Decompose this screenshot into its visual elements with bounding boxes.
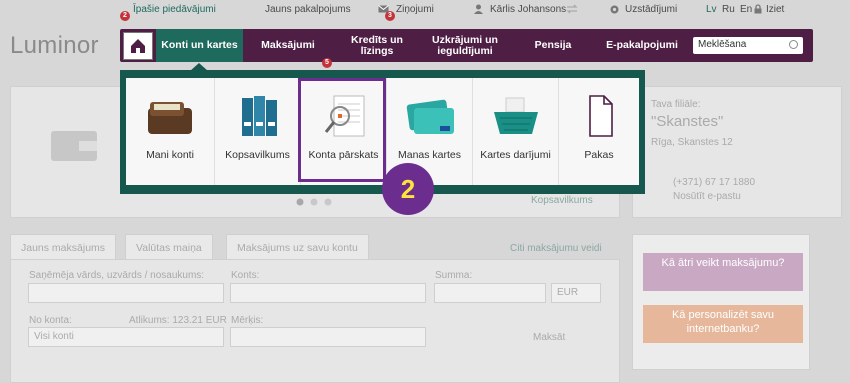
binders-icon: [241, 96, 277, 136]
payment-form: Saņēmēja vārds, uzvārds / nosaukums: Kon…: [10, 259, 620, 383]
personalize-bubble[interactable]: Kā personalizēt savu internetbanku?: [643, 305, 803, 343]
highlight-frame: [298, 78, 386, 182]
logout-link[interactable]: Iziet: [766, 4, 784, 15]
menu-item-card-transactions[interactable]: Kartes darījumi: [473, 78, 559, 185]
fast-payment-text: Kā ātri veikt maksājumu?: [661, 257, 785, 269]
settings-link[interactable]: Uzstādījumi: [625, 4, 677, 15]
lang-lv[interactable]: Lv: [706, 4, 717, 15]
gear-icon: [609, 4, 620, 14]
nav-payments[interactable]: Maksājumi: [248, 29, 328, 62]
nav-accounts-cards[interactable]: Konti un kartes: [156, 29, 243, 62]
currency-value: EUR: [557, 287, 579, 298]
other-payments-link[interactable]: Citi maksājumu veidi: [510, 243, 602, 254]
pay-button[interactable]: Maksāt: [533, 332, 565, 343]
purpose-label: Mērķis:: [231, 315, 264, 326]
switch-arrows-icon[interactable]: [566, 4, 578, 14]
menu-label-packages: Pakas: [584, 149, 614, 161]
lang-ru[interactable]: Ru: [722, 4, 735, 15]
menu-label-my-cards: Manas kartes: [397, 149, 462, 161]
payments-badge: 5: [322, 58, 332, 68]
basket-icon: [493, 97, 538, 134]
home-icon: [131, 39, 145, 53]
branch-panel: Tava filiāle: "Skanstes" Rīga, Skanstes …: [632, 86, 842, 218]
menu-item-packages[interactable]: Pakas: [559, 78, 639, 185]
branch-heading: Tava filiāle:: [651, 99, 701, 110]
menu-item-summary[interactable]: Kopsavilkums: [215, 78, 301, 185]
notices-badge: 3: [385, 11, 395, 21]
branch-email-link[interactable]: Nosūtīt e-pastu: [673, 191, 741, 202]
tab-new-payment[interactable]: Jauns maksājums: [10, 234, 117, 260]
top-bar: 2 Īpašie piedāvājumi Jauns pakalpojums 3…: [0, 0, 850, 26]
menu-item-my-accounts[interactable]: Mani konti: [126, 78, 215, 185]
help-panel: Kā ātri veikt maksājumu? Kā personalizēt…: [632, 234, 810, 370]
fast-payment-bubble[interactable]: Kā ātri veikt maksājumu?: [643, 253, 803, 291]
personalize-text: Kā personalizēt savu internetbanku?: [671, 309, 775, 335]
notices-link[interactable]: Ziņojumi: [396, 4, 434, 15]
cards-icon: [406, 99, 454, 134]
from-account-select[interactable]: Visi konti: [28, 327, 224, 347]
amount-field[interactable]: [434, 283, 546, 303]
nav-credit-leasing[interactable]: Kredīts un līzings: [338, 29, 416, 62]
user-icon: [473, 4, 484, 14]
from-account-value: Visi konti: [34, 331, 74, 342]
tab-own-account-payment[interactable]: Maksājums uz savu kontu: [226, 234, 369, 260]
account-label: Konts:: [231, 270, 260, 281]
branch-phone: (+371) 67 17 1880: [673, 177, 756, 188]
account-field[interactable]: [230, 283, 426, 303]
offers-badge: 2: [120, 11, 130, 21]
nav-e-services[interactable]: E-pakalpojumi: [596, 29, 688, 62]
wallet-icon: [148, 102, 192, 134]
search-icon[interactable]: [789, 40, 798, 49]
luminor-logo[interactable]: Luminor: [10, 32, 99, 60]
currency-select[interactable]: EUR: [551, 283, 601, 303]
menu-label-my-accounts: Mani konti: [146, 149, 194, 161]
lock-icon: [753, 4, 764, 14]
main-nav: Konti un kartes Maksājumi Kredīts un līz…: [120, 29, 813, 62]
amount-label: Summa:: [435, 270, 473, 281]
nav-pension[interactable]: Pensija: [518, 29, 588, 62]
recipient-label: Saņēmēja vārds, uzvārds / nosaukums:: [29, 270, 205, 281]
document-icon: [589, 95, 613, 137]
purpose-field[interactable]: [230, 327, 426, 347]
tab-currency-exchange[interactable]: Valūtas maiņa: [125, 234, 213, 260]
search-placeholder: Meklēšana: [698, 39, 747, 50]
menu-label-card-transactions: Kartes darījumi: [480, 149, 551, 161]
summary-link[interactable]: Kopsavilkums: [531, 195, 593, 206]
user-name[interactable]: Kārlis Johansons: [490, 4, 566, 15]
wallet-outline-icon: [51, 131, 97, 161]
step-number-badge: 2: [382, 163, 434, 215]
carousel-dots[interactable]: [296, 198, 336, 206]
lang-en[interactable]: En: [740, 4, 752, 15]
branch-name: "Skanstes": [651, 113, 724, 130]
nav-savings-investments[interactable]: Uzkrājumi un ieguldījumi: [420, 29, 510, 62]
menu-label-summary: Kopsavilkums: [225, 149, 290, 161]
branch-address: Rīga, Skanstes 12: [651, 137, 733, 148]
from-account-label: No konta:: [29, 315, 72, 326]
personal-offers-link[interactable]: Īpašie piedāvājumi: [133, 4, 216, 15]
balance-text: Atlikums: 123.21 EUR: [129, 315, 227, 326]
home-button[interactable]: [123, 32, 153, 60]
search-input[interactable]: Meklēšana: [693, 37, 803, 54]
new-services-link[interactable]: Jauns pakalpojums: [265, 4, 351, 15]
recipient-field[interactable]: [28, 283, 224, 303]
